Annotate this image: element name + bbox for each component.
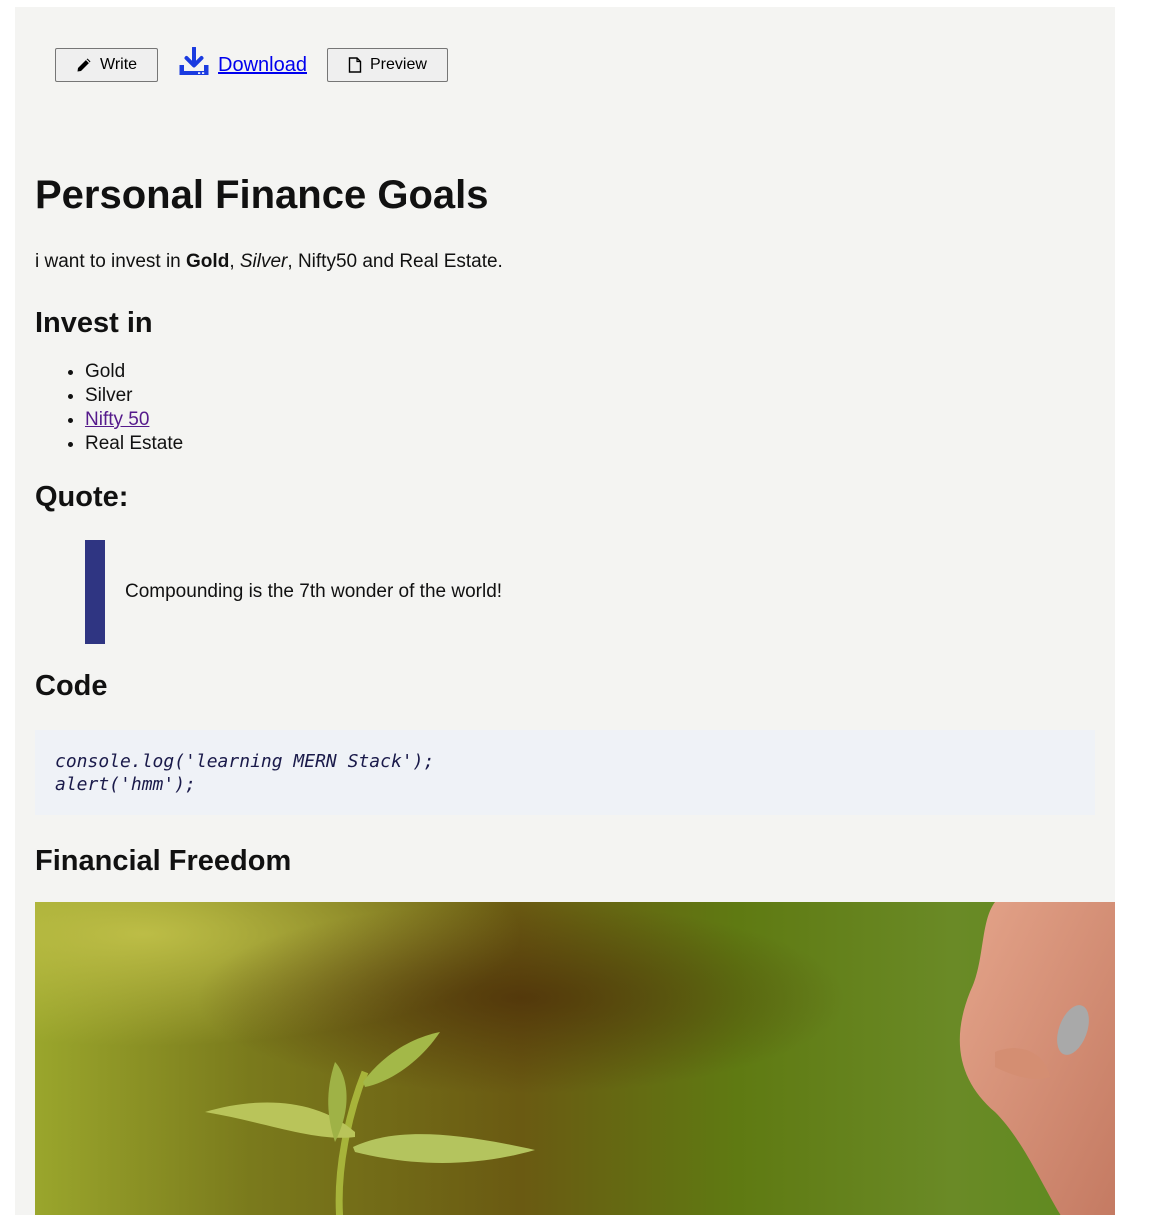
write-button[interactable]: Write [55, 48, 159, 82]
code-line: alert('hmm'); [55, 774, 196, 795]
invest-list: Gold Silver Nifty 50 Real Estate [35, 360, 1115, 456]
download-link-label: Download [218, 53, 307, 76]
list-item: Real Estate [85, 432, 1115, 456]
quote-text: Compounding is the 7th wonder of the wor… [125, 581, 503, 602]
toolbar: Write Download Preview [55, 46, 448, 83]
pencil-icon [76, 57, 92, 73]
financial-freedom-image [35, 902, 1115, 1215]
page-title: Personal Finance Goals [35, 173, 489, 217]
download-icon [178, 46, 210, 83]
code-line: console.log('learning MERN Stack'); [55, 751, 435, 772]
invest-heading: Invest in [35, 307, 153, 339]
intro-paragraph: i want to invest in Gold, Silver, Nifty5… [35, 249, 1115, 275]
editor-panel: Write Download Preview Personal Finance … [15, 7, 1115, 1215]
list-item: Nifty 50 [85, 408, 1115, 432]
intro-italic: Silver [239, 251, 288, 272]
preview-content: Personal Finance Goals i want to invest … [35, 167, 1115, 880]
intro-prefix: i want to invest in [35, 251, 187, 272]
financial-freedom-heading: Financial Freedom [35, 845, 292, 877]
intro-suffix: , Nifty50 and Real Estate. [287, 251, 503, 272]
download-link[interactable]: Download [178, 46, 307, 83]
intro-bold: Gold [186, 251, 230, 272]
nifty-link[interactable]: Nifty 50 [85, 409, 149, 430]
code-block: console.log('learning MERN Stack'); alert… [35, 730, 1095, 815]
blockquote: Compounding is the 7th wonder of the wor… [85, 540, 1115, 644]
list-item: Silver [85, 384, 1115, 408]
intro-separator: , [229, 251, 240, 272]
write-button-label: Write [100, 56, 138, 73]
preview-button[interactable]: Preview [327, 48, 448, 82]
quote-bar [85, 540, 105, 644]
quote-heading: Quote: [35, 481, 129, 513]
code-heading: Code [35, 670, 108, 702]
preview-button-label: Preview [370, 56, 427, 73]
document-icon [348, 57, 362, 73]
list-item: Gold [85, 360, 1115, 384]
